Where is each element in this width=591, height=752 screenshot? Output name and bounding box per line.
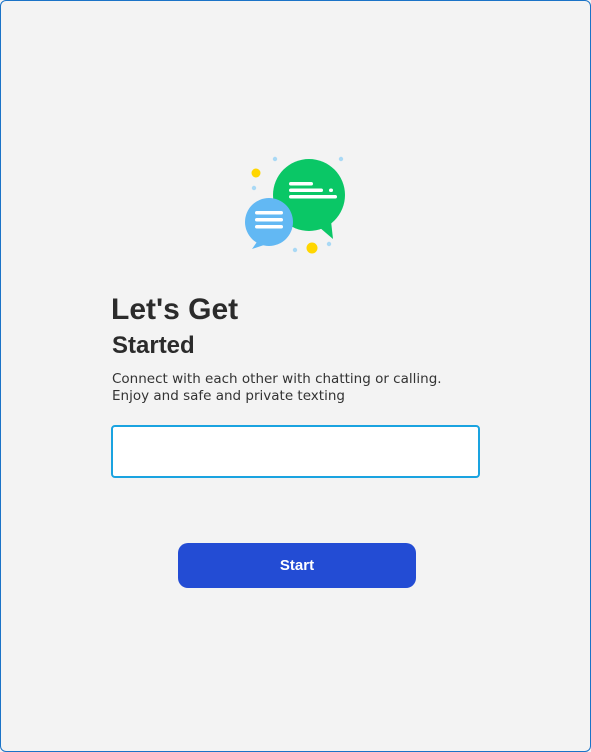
yellow-dot-icon (251, 168, 261, 178)
blue-chat-bubble-icon (245, 198, 293, 249)
light-blue-dot-icon (326, 241, 332, 247)
light-blue-dot-icon (272, 156, 278, 162)
yellow-dot-icon (306, 242, 318, 254)
page-subtitle-heading: Started (112, 332, 195, 359)
chat-bubbles-icon (241, 151, 353, 261)
description-line-1: Connect with each other with chatting or… (112, 371, 442, 387)
light-blue-dot-icon (251, 185, 257, 191)
chat-bubbles-illustration (245, 156, 345, 254)
start-button[interactable]: Start (178, 543, 416, 588)
light-blue-dot-icon (338, 156, 344, 162)
app-window: Let's Get Started Connect with each othe… (0, 0, 591, 752)
page-title: Let's Get (111, 293, 239, 326)
light-blue-dot-icon (292, 247, 298, 253)
name-input[interactable] (111, 425, 480, 478)
description-line-2: Enjoy and safe and private texting (112, 387, 345, 404)
description-text: Connect with each other with chatting or… (112, 371, 492, 404)
